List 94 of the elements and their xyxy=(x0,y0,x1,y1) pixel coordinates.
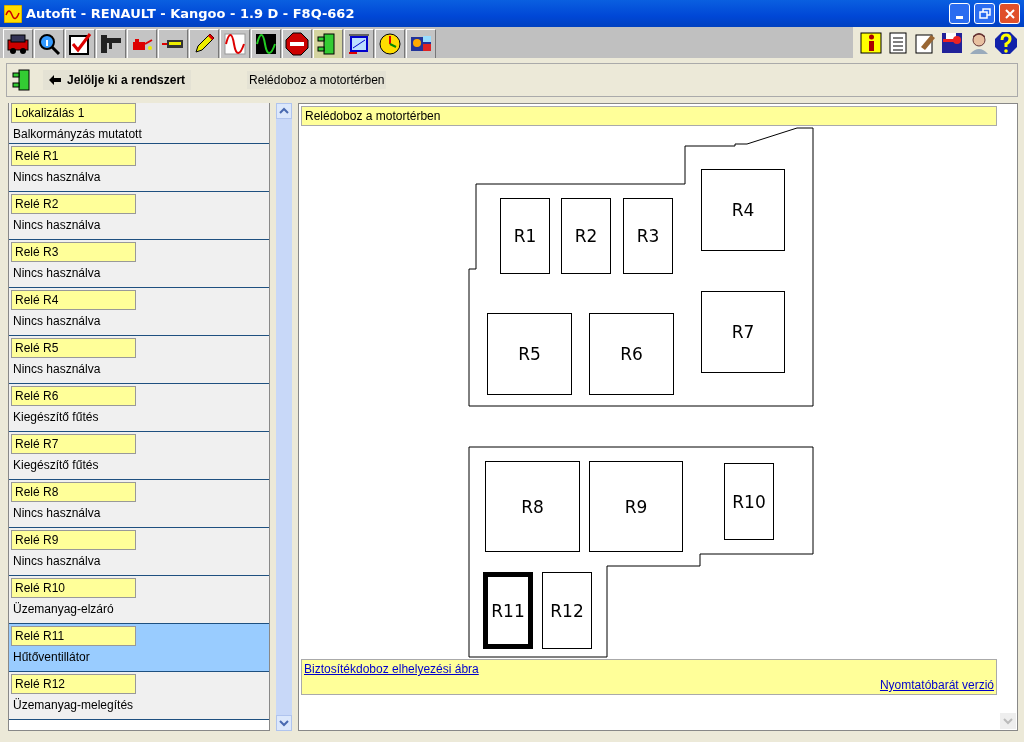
toolbar-tab[interactable] xyxy=(158,29,188,58)
relay-list-item[interactable]: Lokalizálás 1 Balkormányzás mutatott xyxy=(9,103,269,144)
magnifier-icon xyxy=(37,32,61,56)
relay-label: Relé R11 xyxy=(11,626,136,646)
relay-slot[interactable]: R3 xyxy=(623,198,673,274)
relay-function: Üzemanyag-elzáró xyxy=(12,602,115,616)
relay-function: Nincs használva xyxy=(12,218,102,232)
close-button[interactable] xyxy=(999,3,1020,24)
toolbar-tab[interactable] xyxy=(34,29,64,58)
caliper-icon xyxy=(99,32,123,56)
relay-list-item[interactable]: Relé R5 Nincs használva xyxy=(9,336,269,384)
info-icon[interactable] xyxy=(859,30,883,55)
scroll-down-button[interactable] xyxy=(276,715,292,731)
close-icon xyxy=(1003,7,1016,20)
relay-label: Relé R3 xyxy=(11,242,136,262)
toolbar-tab[interactable] xyxy=(375,29,405,58)
toolbar-tab[interactable] xyxy=(313,29,343,58)
relay-function: Üzemanyag-melegítés xyxy=(12,698,135,712)
relay-label: Relé R8 xyxy=(11,482,136,502)
relay-slot[interactable]: R2 xyxy=(561,198,611,274)
relay-list-item[interactable]: Relé R6 Kiegészítő fűtés xyxy=(9,384,269,432)
relay-label: Lokalizálás 1 xyxy=(11,103,136,123)
relay-label: Relé R4 xyxy=(11,290,136,310)
relay-list-item[interactable]: Relé R12 Üzemanyag-melegítés xyxy=(9,672,269,720)
restore-button[interactable] xyxy=(974,3,995,24)
relay-label: Relé R1 xyxy=(11,146,136,166)
relay-function: Nincs használva xyxy=(12,362,102,376)
relay-slot[interactable]: R8 xyxy=(485,461,580,552)
relay-list-item[interactable]: Relé R8 Nincs használva xyxy=(9,480,269,528)
wave-icon xyxy=(223,32,247,56)
relay-function: Nincs használva xyxy=(12,506,102,520)
relay-function: Nincs használva xyxy=(12,266,102,280)
relay-label: Relé R2 xyxy=(11,194,136,214)
print-version-link[interactable]: Nyomtatóbarát verzió xyxy=(879,678,994,692)
relay-list-item[interactable]: Relé R10 Üzemanyag-elzáró xyxy=(9,576,269,624)
relay-label: Relé R12 xyxy=(11,674,136,694)
oscilloscope-icon xyxy=(254,32,278,56)
relay-list-item[interactable]: Relé R9 Nincs használva xyxy=(9,528,269,576)
floppy-key-icon[interactable] xyxy=(940,30,964,55)
app-icon xyxy=(4,4,22,23)
restore-icon xyxy=(978,7,991,20)
relay-list-item[interactable]: Relé R11 Hűtőventillátor xyxy=(9,624,269,672)
toolbar-tab[interactable] xyxy=(96,29,126,58)
checkbox-icon xyxy=(68,32,92,56)
relay-list-item[interactable]: Relé R2 Nincs használva xyxy=(9,192,269,240)
relay-slot[interactable]: R9 xyxy=(589,461,683,552)
car-icon xyxy=(6,32,30,56)
frame-icon xyxy=(347,32,371,56)
relay-function: Kiegészítő fűtés xyxy=(12,458,100,472)
relay-label: Relé R5 xyxy=(11,338,136,358)
relay-slot[interactable]: R1 xyxy=(500,198,550,274)
relay-function: Nincs használva xyxy=(12,314,102,328)
window-title: Autofit - RENAULT - Kangoo - 1.9 D - F8Q-662 xyxy=(26,6,356,21)
relay-slot[interactable]: R4 xyxy=(701,169,785,251)
scroll-up-button[interactable] xyxy=(276,103,292,119)
relay-slot[interactable]: R10 xyxy=(724,463,774,540)
toolbar-tab[interactable] xyxy=(189,29,219,58)
toolbar-tab[interactable] xyxy=(3,29,33,58)
relay-label: Relé R9 xyxy=(11,530,136,550)
stop-sign-icon xyxy=(285,32,309,56)
minimize-icon xyxy=(956,16,963,19)
fuse-box-link[interactable]: Biztosítékdoboz elhelyezési ábra xyxy=(304,662,994,676)
relay-function: Nincs használva xyxy=(12,554,102,568)
relay-list-item[interactable]: Relé R3 Nincs használva xyxy=(9,240,269,288)
relay-function: Balkormányzás mutatott xyxy=(12,127,143,141)
document-icon[interactable] xyxy=(886,30,910,55)
relay-function: Kiegészítő fűtés xyxy=(12,410,100,424)
relay-slot[interactable]: R5 xyxy=(487,313,572,395)
help-icon[interactable] xyxy=(994,30,1018,55)
relay-list-item[interactable]: Relé R1 Nincs használva xyxy=(9,144,269,192)
toolbar-tab[interactable] xyxy=(406,29,436,58)
toolbar-tab[interactable] xyxy=(282,29,312,58)
relay-label: Relé R6 xyxy=(11,386,136,406)
scrollbar[interactable] xyxy=(276,103,292,731)
relay-label: Relé R7 xyxy=(11,434,136,454)
toolbar-tab[interactable] xyxy=(344,29,374,58)
relay-list-item[interactable]: Relé R4 Nincs használva xyxy=(9,288,269,336)
relay-slot[interactable]: R12 xyxy=(542,572,592,649)
breadcrumb-current: Relédoboz a motortérben xyxy=(247,71,387,89)
back-button[interactable]: Jelölje ki a rendszert xyxy=(43,70,192,90)
panel-title: Relédoboz a motortérben xyxy=(301,106,997,126)
back-arrow-icon xyxy=(49,75,61,85)
relay-label: Relé R10 xyxy=(11,578,136,598)
relay-function: Nincs használva xyxy=(12,170,102,184)
clock-icon xyxy=(378,32,402,56)
toolbar-tab[interactable] xyxy=(251,29,281,58)
toolbar-tab[interactable] xyxy=(65,29,95,58)
relay-slot[interactable]: R6 xyxy=(589,313,674,395)
relay-slot[interactable]: R11 xyxy=(483,572,533,649)
relay-slot[interactable]: R7 xyxy=(701,291,785,373)
relay-function: Hűtőventillátor xyxy=(12,650,91,664)
minimize-button[interactable] xyxy=(949,3,970,24)
pencil-icon xyxy=(192,32,216,56)
relay-list-item[interactable]: Relé R7 Kiegészítő fűtés xyxy=(9,432,269,480)
